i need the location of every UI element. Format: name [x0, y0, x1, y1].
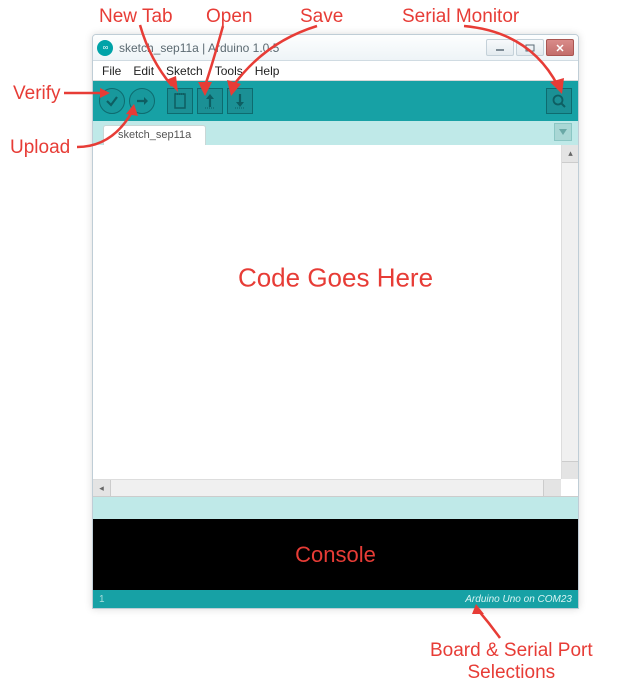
minimize-button[interactable]: [486, 39, 514, 56]
window-controls: [486, 39, 574, 56]
window-title: sketch_sep11a | Arduino 1.0.5: [119, 41, 486, 55]
app-window: ∞ sketch_sep11a | Arduino 1.0.5 File Edi…: [92, 34, 579, 609]
verify-button[interactable]: [99, 88, 125, 114]
toolbar: [93, 81, 578, 121]
new-button[interactable]: [167, 88, 193, 114]
annotation-new-tab: New Tab: [99, 6, 173, 28]
serial-monitor-button[interactable]: [546, 88, 572, 114]
board-port-status: Arduino Uno on COM23: [465, 594, 572, 605]
arrow-down-icon: [233, 93, 247, 109]
titlebar[interactable]: ∞ sketch_sep11a | Arduino 1.0.5: [93, 35, 578, 61]
scroll-right-icon[interactable]: ▸: [544, 480, 561, 497]
upload-button[interactable]: [129, 88, 155, 114]
scroll-down-icon[interactable]: ▾: [562, 462, 579, 479]
arrow-right-icon: [134, 93, 150, 109]
tab-menu-button[interactable]: [554, 123, 572, 141]
check-icon: [104, 93, 120, 109]
line-number: 1: [99, 594, 465, 605]
menu-file[interactable]: File: [97, 62, 126, 80]
arduino-logo-icon: ∞: [97, 40, 113, 56]
annotation-open: Open: [206, 6, 252, 28]
annotation-verify: Verify: [13, 83, 61, 105]
arrow-up-icon: [203, 93, 217, 109]
status-bar: [93, 497, 578, 519]
code-editor[interactable]: Code Goes Here ▴ ▾ ◂ ▸: [93, 145, 578, 497]
scroll-up-icon[interactable]: ▴: [562, 145, 579, 162]
menu-edit[interactable]: Edit: [128, 62, 159, 80]
magnifier-icon: [551, 93, 567, 109]
annotation-serial-monitor: Serial Monitor: [402, 6, 519, 28]
menubar: File Edit Sketch Tools Help: [93, 61, 578, 81]
annotation-console: Console: [295, 542, 376, 568]
open-button[interactable]: [197, 88, 223, 114]
arrow-board-serial: [470, 604, 510, 642]
console-panel: Console: [93, 519, 578, 590]
menu-tools[interactable]: Tools: [210, 62, 248, 80]
file-icon: [173, 93, 187, 109]
annotation-save: Save: [300, 6, 343, 28]
menu-help[interactable]: Help: [250, 62, 285, 80]
tabbar: sketch_sep11a: [93, 121, 578, 145]
chevron-down-icon: [558, 128, 568, 136]
horizontal-scrollbar[interactable]: ◂ ▸: [93, 479, 561, 496]
annotation-code-area: Code Goes Here: [238, 263, 433, 294]
maximize-button[interactable]: [516, 39, 544, 56]
annotation-upload: Upload: [10, 137, 70, 159]
scroll-left-icon[interactable]: ◂: [93, 480, 110, 497]
close-button[interactable]: [546, 39, 574, 56]
vertical-scrollbar[interactable]: ▴ ▾: [561, 145, 578, 479]
save-button[interactable]: [227, 88, 253, 114]
menu-sketch[interactable]: Sketch: [161, 62, 208, 80]
tab-active[interactable]: sketch_sep11a: [103, 125, 206, 145]
annotation-board-serial: Board & Serial Port Selections: [430, 640, 593, 684]
footer-bar: 1 Arduino Uno on COM23: [93, 590, 578, 608]
